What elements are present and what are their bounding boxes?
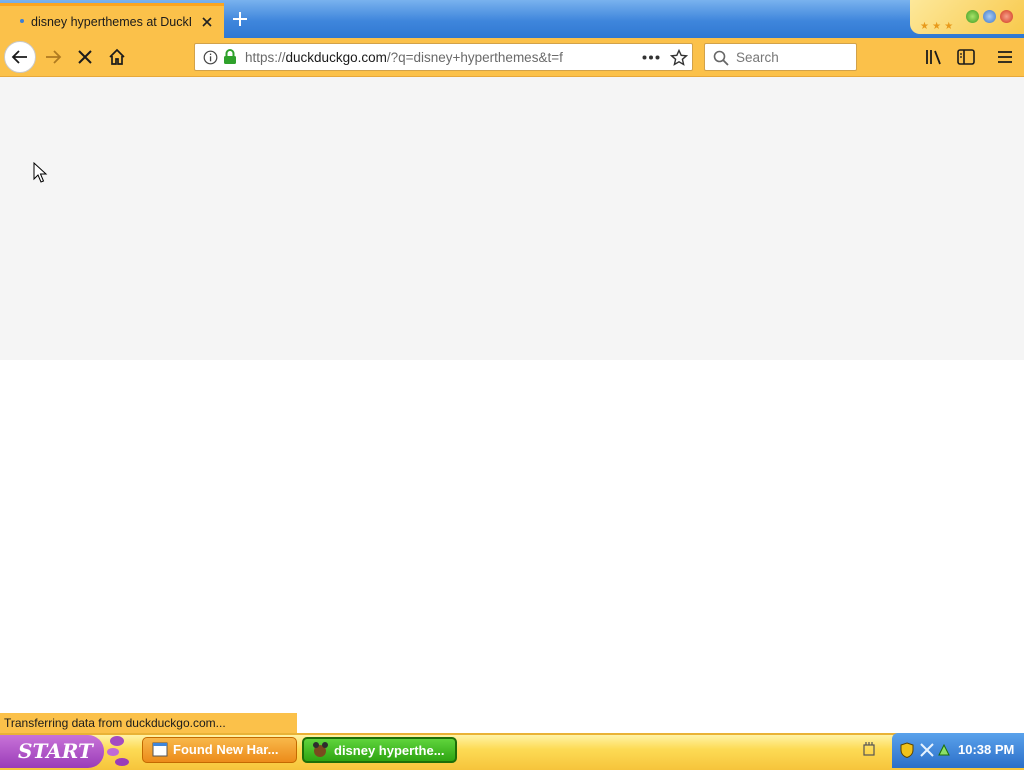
new-tab-icon[interactable] bbox=[229, 8, 251, 30]
minimize-icon[interactable] bbox=[966, 10, 979, 23]
mouse-pointer-icon bbox=[33, 162, 48, 183]
search-bar[interactable]: Search bbox=[704, 43, 857, 71]
close-window-icon[interactable] bbox=[1000, 10, 1013, 23]
library-icon[interactable] bbox=[925, 49, 943, 65]
info-icon[interactable] bbox=[203, 50, 218, 65]
hardware-tray-icon[interactable] bbox=[862, 741, 876, 757]
window-controls: ★ ★ ★ bbox=[910, 0, 1024, 34]
address-bar[interactable]: https://duckduckgo.com/?q=disney+hyperth… bbox=[194, 43, 693, 71]
restore-icon[interactable] bbox=[983, 10, 996, 23]
stop-icon bbox=[78, 50, 92, 64]
start-decoration-icon bbox=[107, 736, 129, 766]
search-placeholder: Search bbox=[736, 50, 779, 65]
taskbar-item-label: disney hyperthe... bbox=[334, 743, 445, 758]
taskbar-item-browser[interactable]: disney hyperthe... bbox=[302, 737, 457, 763]
tab-strip: disney hyperthemes at DuckDuckGo ★ ★ ★ bbox=[0, 0, 1024, 38]
forward-button[interactable] bbox=[38, 42, 68, 72]
back-button[interactable] bbox=[4, 41, 36, 73]
tab-title: disney hyperthemes at DuckDuckGo bbox=[31, 15, 191, 29]
navigation-toolbar: https://duckduckgo.com/?q=disney+hyperth… bbox=[0, 38, 1024, 77]
browser-app-icon bbox=[313, 742, 328, 757]
taskbar-item-found-new-hardware[interactable]: Found New Har... bbox=[142, 737, 297, 763]
page-content bbox=[0, 360, 1024, 732]
menu-icon[interactable] bbox=[996, 49, 1014, 65]
forward-arrow-icon bbox=[46, 50, 62, 64]
url-prefix: https:// bbox=[245, 50, 286, 65]
update-tray-icon[interactable] bbox=[936, 742, 952, 758]
loading-dot-icon bbox=[20, 19, 24, 23]
status-bar: Transferring data from duckduckgo.com... bbox=[0, 713, 297, 733]
url-text: https://duckduckgo.com/?q=disney+hyperth… bbox=[245, 50, 601, 65]
more-actions-icon[interactable] bbox=[642, 55, 660, 60]
home-button[interactable] bbox=[102, 42, 132, 72]
sidebar-icon[interactable] bbox=[957, 49, 975, 65]
bookmark-star-icon[interactable] bbox=[670, 49, 688, 67]
network-tray-icon[interactable] bbox=[919, 742, 935, 758]
tab-close-icon[interactable] bbox=[198, 13, 216, 31]
page-content-loading bbox=[0, 77, 1024, 360]
security-shield-icon[interactable] bbox=[900, 742, 914, 758]
taskbar-item-label: Found New Har... bbox=[173, 742, 279, 757]
stop-button[interactable] bbox=[70, 42, 100, 72]
svg-text:★ ★ ★: ★ ★ ★ bbox=[920, 21, 953, 31]
back-arrow-icon bbox=[11, 50, 27, 64]
lock-icon bbox=[224, 49, 236, 64]
home-icon bbox=[109, 48, 125, 65]
start-button[interactable]: START bbox=[0, 735, 104, 768]
taskbar-clock: 10:38 PM bbox=[958, 742, 1015, 757]
url-domain: duckduckgo.com bbox=[285, 50, 387, 65]
stars-decoration-icon: ★ ★ ★ bbox=[920, 21, 953, 31]
url-path: /?q=disney+hyperthemes&t=f bbox=[386, 50, 563, 65]
search-icon bbox=[713, 50, 729, 66]
window-icon bbox=[152, 742, 168, 757]
tab-active[interactable]: disney hyperthemes at DuckDuckGo bbox=[0, 3, 224, 38]
